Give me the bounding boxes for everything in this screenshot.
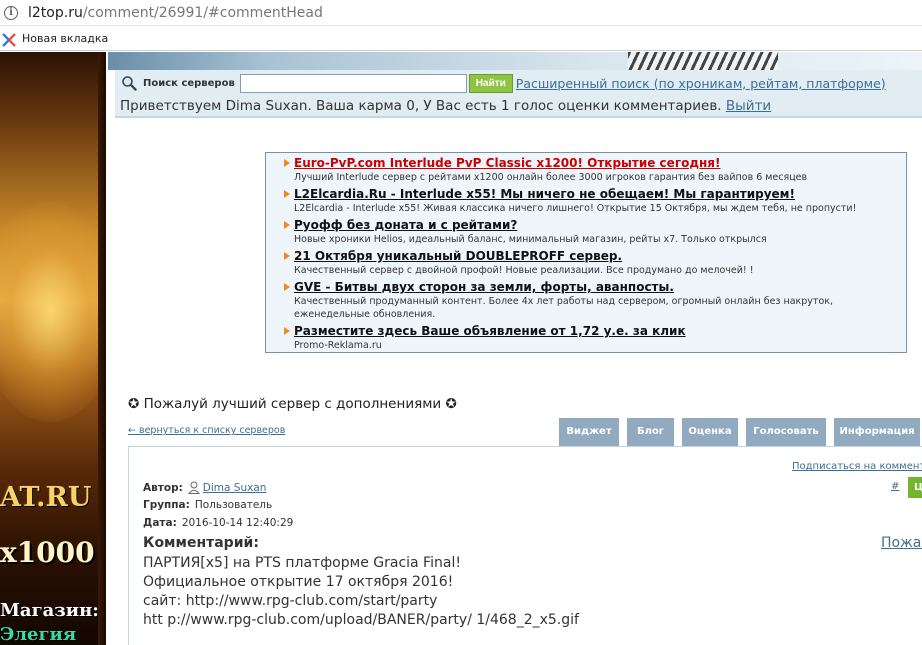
group-value: Пользователь bbox=[194, 499, 273, 511]
tab-blog[interactable]: Блог bbox=[627, 418, 674, 446]
comment-anchor-link[interactable]: # bbox=[891, 481, 899, 492]
ad-description: Новые хроники Helios, идеальный баланс, … bbox=[294, 234, 767, 245]
tab-widget[interactable]: Виджет bbox=[559, 418, 619, 446]
url-text[interactable]: l2top.ru/comment/26991/#commentHead bbox=[28, 5, 323, 21]
url-host: l2top.ru bbox=[28, 4, 83, 21]
comment-heading: Комментарий: bbox=[143, 535, 259, 551]
server-search-input[interactable] bbox=[239, 73, 467, 93]
arrow-icon bbox=[284, 252, 290, 260]
author-link[interactable]: Dima Suxan bbox=[203, 482, 267, 494]
date-label: Дата: bbox=[143, 517, 177, 529]
bookmarks-bar: Новая вкладка bbox=[0, 27, 922, 51]
banner-text-2: x1000 bbox=[0, 536, 95, 569]
comment-action-button[interactable]: Ц bbox=[908, 477, 922, 498]
arrow-icon bbox=[284, 159, 290, 167]
banner-text-3: Магазин: bbox=[0, 600, 99, 621]
welcome-bar: Приветствуем Dima Suxan. Ваша карма 0, У… bbox=[115, 96, 922, 116]
page: i l2top.ru/comment/26991/#commentHead Но… bbox=[0, 0, 922, 645]
comment-line: ПАРТИЯ[x5] на PTS платформе Gracia Final… bbox=[143, 555, 461, 571]
comment-body: ПАРТИЯ[x5] на PTS платформе Gracia Final… bbox=[143, 554, 579, 630]
karma-value: 0 bbox=[406, 98, 415, 114]
tab-rating[interactable]: Оценка bbox=[682, 418, 738, 446]
author-label: Автор: bbox=[143, 481, 183, 494]
vote-info-text: , У Вас есть 1 голос оценки комментариев… bbox=[414, 98, 726, 114]
ad-item[interactable]: GVE - Битвы двух сторон за земли, форты,… bbox=[272, 280, 902, 321]
author-row: Автор: Dima Suxan bbox=[143, 481, 266, 494]
site-header-art bbox=[108, 52, 922, 70]
date-row: Дата: 2016-10-14 12:40:29 bbox=[143, 517, 293, 529]
url-path: /comment/26991/#commentHead bbox=[82, 4, 323, 21]
arrow-icon bbox=[284, 190, 290, 198]
header-divider bbox=[115, 116, 922, 118]
ad-item[interactable]: L2Elcardia.Ru - Interlude x55! Мы ничего… bbox=[272, 187, 902, 215]
ad-title[interactable]: L2Elcardia.Ru - Interlude x55! Мы ничего… bbox=[294, 187, 902, 202]
advanced-search-link[interactable]: Расширенный поиск (по хроникам, рейтам, … bbox=[516, 76, 886, 91]
left-banner-ad[interactable]: AT.RU x1000 Магазин: Элегия bbox=[0, 52, 106, 645]
group-row: Группа: Пользователь bbox=[143, 499, 272, 511]
tab-info[interactable]: Информация bbox=[834, 418, 920, 446]
ad-item[interactable]: 21 Октября уникальный DOUBLEPROFF сервер… bbox=[272, 249, 902, 277]
ad-item[interactable]: Руофф без доната и с рейтами? Новые хрон… bbox=[272, 218, 902, 246]
ad-item[interactable]: Разместите здесь Ваше объявление от 1,72… bbox=[272, 324, 902, 352]
ad-item[interactable]: Euro-PvP.com Interlude PvP Classic x1200… bbox=[272, 156, 902, 184]
comment-line: Официальное открытие 17 октября 2016! bbox=[143, 574, 454, 590]
ad-description: L2Elcardia - Interlude x55! Живая класси… bbox=[294, 203, 857, 214]
user-icon bbox=[187, 481, 200, 494]
browser-address-bar[interactable]: i l2top.ru/comment/26991/#commentHead bbox=[0, 0, 922, 26]
banner-text-1: AT.RU bbox=[0, 482, 92, 513]
server-search-bar: Поиск серверов Найти Расширенный поиск (… bbox=[115, 70, 922, 96]
comment-panel: Подписаться на коммента # Ц Автор: Dima … bbox=[128, 446, 922, 645]
back-to-list-link[interactable]: ← вернуться к списку серверов bbox=[128, 425, 285, 436]
tab-vote[interactable]: Голосовать bbox=[746, 418, 826, 446]
banner-art bbox=[0, 202, 106, 422]
text-ads-block: Euro-PvP.com Interlude PvP Classic x1200… bbox=[265, 152, 907, 353]
complain-link[interactable]: Пожал bbox=[881, 535, 922, 551]
banner-edge bbox=[98, 52, 106, 645]
ad-description: Promo-Reklama.ru bbox=[294, 340, 382, 351]
arrow-icon bbox=[284, 283, 290, 291]
banner-text-4: Элегия bbox=[0, 624, 77, 645]
ad-title[interactable]: Руофф без доната и с рейтами? bbox=[294, 218, 902, 233]
ad-description: Качественный продуманный контент. Более … bbox=[294, 296, 834, 320]
arrow-icon bbox=[284, 221, 290, 229]
ad-title[interactable]: 21 Октября уникальный DOUBLEPROFF сервер… bbox=[294, 249, 902, 264]
group-label: Группа: bbox=[143, 499, 190, 511]
search-button[interactable]: Найти bbox=[468, 73, 513, 93]
header-dragon-art bbox=[628, 52, 778, 70]
comment-line: htt p://www.rpg-club.com/upload/BANER/pa… bbox=[143, 612, 579, 628]
new-tab-bookmark-icon[interactable] bbox=[2, 32, 16, 47]
site-info-icon[interactable]: i bbox=[4, 5, 18, 20]
search-label: Поиск серверов bbox=[143, 77, 235, 89]
ad-description: Лучший Interlude сервер с рейтами x1200 … bbox=[294, 172, 808, 183]
ad-title[interactable]: Euro-PvP.com Interlude PvP Classic x1200… bbox=[294, 156, 902, 171]
bookmark-new-tab[interactable]: Новая вкладка bbox=[22, 32, 108, 45]
server-title: ✪ Пожалуй лучший сервер с дополнениями ✪ bbox=[128, 396, 457, 412]
subscribe-comments-link[interactable]: Подписаться на коммента bbox=[792, 461, 922, 472]
date-value: 2016-10-14 12:40:29 bbox=[181, 517, 294, 529]
welcome-text: Приветствуем Dima Suxan. Ваша карма bbox=[120, 98, 407, 114]
ad-title[interactable]: GVE - Битвы двух сторон за земли, форты,… bbox=[294, 280, 902, 295]
arrow-icon bbox=[284, 327, 290, 335]
server-tabs: Виджет Блог Оценка Голосовать Информация bbox=[559, 418, 920, 446]
ad-title[interactable]: Разместите здесь Ваше объявление от 1,72… bbox=[294, 324, 902, 339]
comment-line: сайт: http://www.rpg-club.com/start/part… bbox=[143, 593, 438, 609]
logout-link[interactable]: Выйти bbox=[726, 98, 771, 114]
ad-description: Качественный сервер с двойной профой! Но… bbox=[294, 265, 754, 276]
magnifier-icon bbox=[121, 75, 137, 91]
